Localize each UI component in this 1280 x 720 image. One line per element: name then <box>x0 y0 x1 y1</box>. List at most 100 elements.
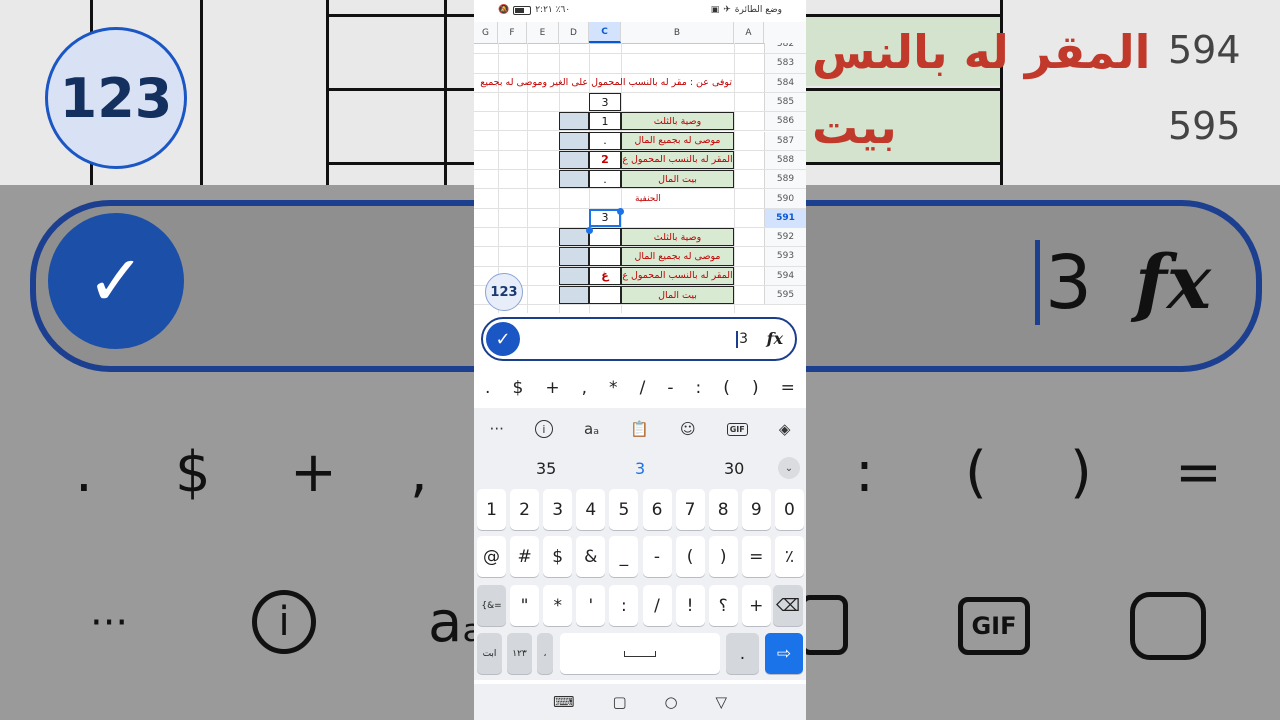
row-number[interactable]: 595 <box>764 285 806 305</box>
share-value-cell[interactable]: غ <box>589 266 621 285</box>
symbol-key[interactable]: - <box>667 378 673 398</box>
blue-cell[interactable] <box>559 150 589 170</box>
column-header-e[interactable]: E <box>527 22 559 43</box>
row-number[interactable]: 582 <box>764 43 806 54</box>
select-all-corner[interactable] <box>764 22 806 43</box>
numbers-key[interactable]: ١٢٣ <box>507 633 532 674</box>
keyboard-switch-icon[interactable]: ⌨ <box>553 693 575 711</box>
symbol-key[interactable]: / <box>640 378 646 398</box>
alphabet-key[interactable]: ابت <box>477 633 502 674</box>
symbol-key[interactable]: @ <box>477 536 506 577</box>
selection-handle-top[interactable] <box>617 208 624 215</box>
more-symbols-key[interactable]: {&= <box>477 585 506 626</box>
spreadsheet-grid[interactable]: 582 583 584 توفى عن : مقر له بالنسب المحمول… <box>474 43 806 313</box>
blue-cell[interactable] <box>559 112 589 131</box>
suggestion-left[interactable]: 35 <box>536 459 556 478</box>
number-key[interactable]: 9 <box>741 489 771 530</box>
number-key[interactable]: 5 <box>609 489 639 530</box>
header-value-cell[interactable]: 3 <box>589 92 621 112</box>
symbol-key[interactable]: _ <box>609 536 639 577</box>
recents-icon[interactable]: ▢ <box>612 693 626 711</box>
share-value-cell[interactable]: . <box>589 131 621 150</box>
number-key[interactable]: 3 <box>543 489 573 530</box>
heir-name-cell[interactable]: بيت المال <box>621 285 734 305</box>
share-value-cell[interactable]: 1 <box>589 112 621 131</box>
blue-cell[interactable] <box>559 131 589 150</box>
blue-cell[interactable] <box>559 228 589 247</box>
symbol-key[interactable]: / <box>642 585 672 626</box>
share-value-cell[interactable] <box>589 285 621 305</box>
heir-name-cell[interactable]: المقر له بالنسب المحمول ع <box>621 266 734 285</box>
number-key[interactable]: 0 <box>774 489 804 530</box>
blue-cell[interactable] <box>559 247 589 266</box>
share-value-cell[interactable] <box>589 228 621 247</box>
selection-handle-bottom[interactable] <box>586 227 593 234</box>
symbol-key[interactable]: ! <box>675 585 705 626</box>
column-header-a[interactable]: A <box>734 22 764 43</box>
row-number[interactable]: 589 <box>764 170 806 189</box>
column-header-g[interactable]: G <box>474 22 498 43</box>
suggestion-center[interactable]: 3 <box>635 459 645 478</box>
column-header-c[interactable]: C <box>589 22 621 43</box>
heir-name-cell[interactable]: المقر له بالنسب المحمول ع <box>621 150 734 170</box>
symbol-key[interactable]: ) <box>752 378 759 398</box>
symbol-key[interactable]: , <box>582 378 587 398</box>
row-number[interactable]: 591 <box>764 208 806 227</box>
confirm-check-icon[interactable]: ✓ <box>486 322 520 356</box>
row-number[interactable]: 586 <box>764 112 806 131</box>
symbol-key[interactable]: + <box>545 378 559 398</box>
comma-key[interactable]: ، <box>537 633 553 674</box>
row-number[interactable]: 594 <box>764 266 806 285</box>
info-icon[interactable]: i <box>534 420 553 438</box>
number-key[interactable]: 7 <box>675 489 705 530</box>
formula-bar[interactable]: ✓ 3 fx <box>481 317 797 361</box>
number-key[interactable]: 1 <box>477 489 506 530</box>
row-number[interactable]: 593 <box>764 247 806 266</box>
symbol-key[interactable]: : <box>696 378 702 398</box>
row-number[interactable]: 587 <box>764 131 806 150</box>
heir-name-cell[interactable]: موصى له بجميع المال <box>621 247 734 266</box>
number-key[interactable]: 4 <box>576 489 606 530</box>
number-format-badge[interactable]: 123 <box>485 273 523 311</box>
blue-cell[interactable] <box>559 285 589 305</box>
clipboard-icon[interactable]: 📋 <box>630 420 649 438</box>
blue-cell[interactable] <box>559 266 589 285</box>
number-key[interactable]: 6 <box>642 489 672 530</box>
share-value-cell[interactable]: . <box>589 170 621 189</box>
symbol-key[interactable]: & <box>576 536 606 577</box>
column-header-b[interactable]: B <box>621 22 734 43</box>
formula-input[interactable]: 3 <box>736 331 748 348</box>
heir-name-cell[interactable]: وصية بالثلث <box>621 228 734 247</box>
copilot-icon[interactable]: ◈ <box>779 420 791 438</box>
symbol-key[interactable]: * <box>543 585 573 626</box>
symbol-key[interactable]: + <box>741 585 771 626</box>
symbol-key[interactable]: ( <box>723 378 730 398</box>
chevron-down-icon[interactable]: ⌄ <box>778 457 800 479</box>
symbol-key[interactable]: = <box>741 536 771 577</box>
symbol-key[interactable]: = <box>781 378 795 398</box>
symbol-key[interactable]: $ <box>512 378 523 398</box>
symbol-key[interactable]: ٪ <box>774 536 804 577</box>
symbol-key[interactable]: ) <box>708 536 738 577</box>
backspace-key[interactable]: ⌫ <box>773 585 803 626</box>
suggestion-right[interactable]: 30 <box>724 459 744 478</box>
more-icon[interactable]: ··· <box>490 420 504 438</box>
heir-name-cell[interactable]: موصى له بجميع المال <box>621 131 734 150</box>
row-number[interactable]: 584 <box>764 73 806 92</box>
heir-name-cell[interactable]: وصية بالثلث <box>621 112 734 131</box>
number-key[interactable]: 8 <box>708 489 738 530</box>
symbol-key[interactable]: - <box>642 536 672 577</box>
column-header-f[interactable]: F <box>498 22 527 43</box>
row-number[interactable]: 592 <box>764 228 806 247</box>
period-key[interactable]: . <box>726 633 759 674</box>
back-icon[interactable]: ▽ <box>716 693 728 711</box>
symbol-key[interactable]: ؟ <box>708 585 738 626</box>
share-value-cell[interactable]: 2 <box>589 150 621 170</box>
heir-name-cell[interactable]: بيت المال <box>621 170 734 189</box>
translate-icon[interactable]: aₐ <box>584 420 599 438</box>
row-number[interactable]: 590 <box>764 189 806 208</box>
symbol-key[interactable]: : <box>609 585 639 626</box>
title-cell[interactable]: توفى عن : مقر له بالنسب المحمول على الغي… <box>476 74 732 92</box>
row-number[interactable]: 585 <box>764 92 806 112</box>
symbol-key[interactable]: ( <box>675 536 705 577</box>
